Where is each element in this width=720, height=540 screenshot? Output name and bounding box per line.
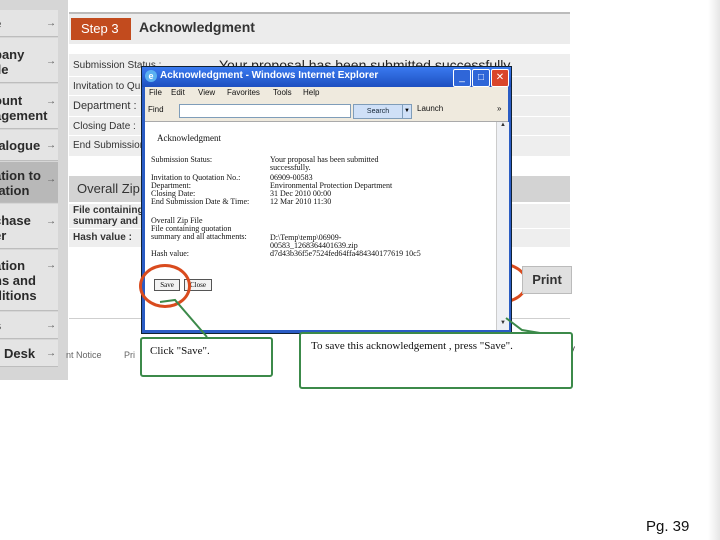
doc-value: D:\Temp\temp\06909-00583_1268364401639.z…: [270, 233, 358, 250]
close-icon[interactable]: ✕: [491, 69, 509, 87]
scroll-up-icon[interactable]: ▲: [497, 122, 509, 132]
sidebar: e → pany ile → ount agement → talogue → …: [0, 0, 68, 380]
field-label: Invitation to Qu: [73, 81, 141, 92]
print-button[interactable]: Print: [522, 266, 572, 294]
doc-label: File containing quotation summary and al…: [151, 224, 247, 241]
menu-favorites[interactable]: Favorites: [227, 88, 260, 97]
arrow-right-icon: →: [46, 174, 56, 185]
arrow-right-icon: →: [46, 216, 56, 227]
page-title: Acknowledgment: [139, 19, 255, 35]
highlight-circle: [139, 264, 191, 308]
zip-section-title: Overall Zip: [77, 181, 140, 196]
sidebar-item-catalogue[interactable]: talogue →: [0, 130, 58, 161]
doc-label: Hash value:: [151, 249, 189, 258]
ie-popup-window: e Acknowledgment - Windows Internet Expl…: [141, 66, 512, 334]
sidebar-item-label-line3: ditions: [0, 288, 37, 303]
launch-button[interactable]: Launch: [417, 104, 443, 113]
pin-icon[interactable]: »: [497, 104, 501, 113]
menu-bar: File Edit View Favorites Tools Help: [145, 87, 508, 101]
arrow-right-icon: →: [46, 320, 56, 331]
field-label: End Submission: [73, 140, 146, 151]
search-button[interactable]: Search: [353, 104, 403, 119]
sidebar-item-invitation-to-quotation[interactable]: ation to tation →: [0, 162, 58, 203]
arrow-right-icon: →: [46, 348, 56, 359]
step-header: Step 3 Acknowledgment: [69, 12, 570, 44]
document-heading: Acknowledgment: [157, 133, 221, 143]
window-title: Acknowledgment - Windows Internet Explor…: [160, 70, 379, 81]
field-label: Department :: [73, 100, 137, 112]
sidebar-item-purchase-order[interactable]: chase er →: [0, 204, 58, 249]
doc-value: Your proposal has been submitted success…: [270, 155, 379, 172]
sidebar-item-label-line2: agement: [0, 108, 48, 123]
field-label: Closing Date :: [73, 121, 136, 132]
chevron-down-icon[interactable]: ▼: [402, 104, 412, 119]
sidebar-item-label-line2: er: [0, 228, 7, 243]
acknowledgment-document: Acknowledgment Submission Status: Your p…: [145, 122, 496, 330]
page-number: Pg. 39: [646, 518, 690, 535]
field-label: Hash value :: [73, 232, 132, 243]
menu-edit[interactable]: Edit: [171, 88, 185, 97]
arrow-right-icon: →: [46, 56, 56, 67]
maximize-icon[interactable]: □: [472, 69, 490, 87]
sidebar-item-help-desk[interactable]: Desk →: [0, 340, 58, 367]
footer-link-privacy[interactable]: Pri: [124, 350, 135, 360]
window-titlebar[interactable]: e Acknowledgment - Windows Internet Expl…: [142, 67, 511, 87]
sidebar-item-terms-and-conditions[interactable]: ation ns and ditions →: [0, 250, 58, 311]
menu-file[interactable]: File: [149, 88, 162, 97]
scrollbar[interactable]: ▲ ▼: [496, 122, 509, 330]
footer-link-notice[interactable]: nt Notice: [66, 350, 102, 360]
find-input[interactable]: [179, 104, 351, 118]
toolbar: Find Search ▼ Launch »: [145, 101, 508, 122]
field-label: File containing: [73, 205, 144, 216]
page-edge: [708, 0, 720, 540]
doc-value: d7d43b36f5e7524fed64ffa484340177619 10c5: [270, 249, 421, 258]
scroll-down-icon[interactable]: ▼: [497, 320, 509, 330]
menu-view[interactable]: View: [198, 88, 215, 97]
find-label[interactable]: Find: [148, 105, 164, 114]
doc-label: Submission Status:: [151, 155, 213, 164]
callout-click-save: Click "Save".: [140, 337, 273, 377]
menu-help[interactable]: Help: [303, 88, 319, 97]
internet-explorer-icon: e: [145, 70, 157, 82]
doc-value: 12 Mar 2010 11:30: [270, 197, 332, 206]
arrow-right-icon: →: [46, 96, 56, 107]
minimize-icon[interactable]: _: [453, 69, 471, 87]
field-label-line2: summary and c: [73, 216, 147, 227]
doc-label: End Submission Date & Time:: [151, 197, 250, 206]
arrow-right-icon: →: [46, 260, 56, 271]
sidebar-item-links[interactable]: s →: [0, 312, 58, 339]
menu-tools[interactable]: Tools: [273, 88, 292, 97]
arrow-right-icon: →: [46, 140, 56, 151]
sidebar-item-home[interactable]: e →: [0, 10, 58, 37]
callout-save-instruction: To save this acknowledgement , press "Sa…: [299, 332, 573, 389]
sidebar-item-account-management[interactable]: ount agement →: [0, 84, 58, 129]
step-badge: Step 3: [71, 18, 131, 40]
sidebar-item-label-line2: ns and: [0, 273, 36, 288]
sidebar-item-company-profile[interactable]: pany ile →: [0, 38, 58, 83]
arrow-right-icon: →: [46, 18, 56, 29]
